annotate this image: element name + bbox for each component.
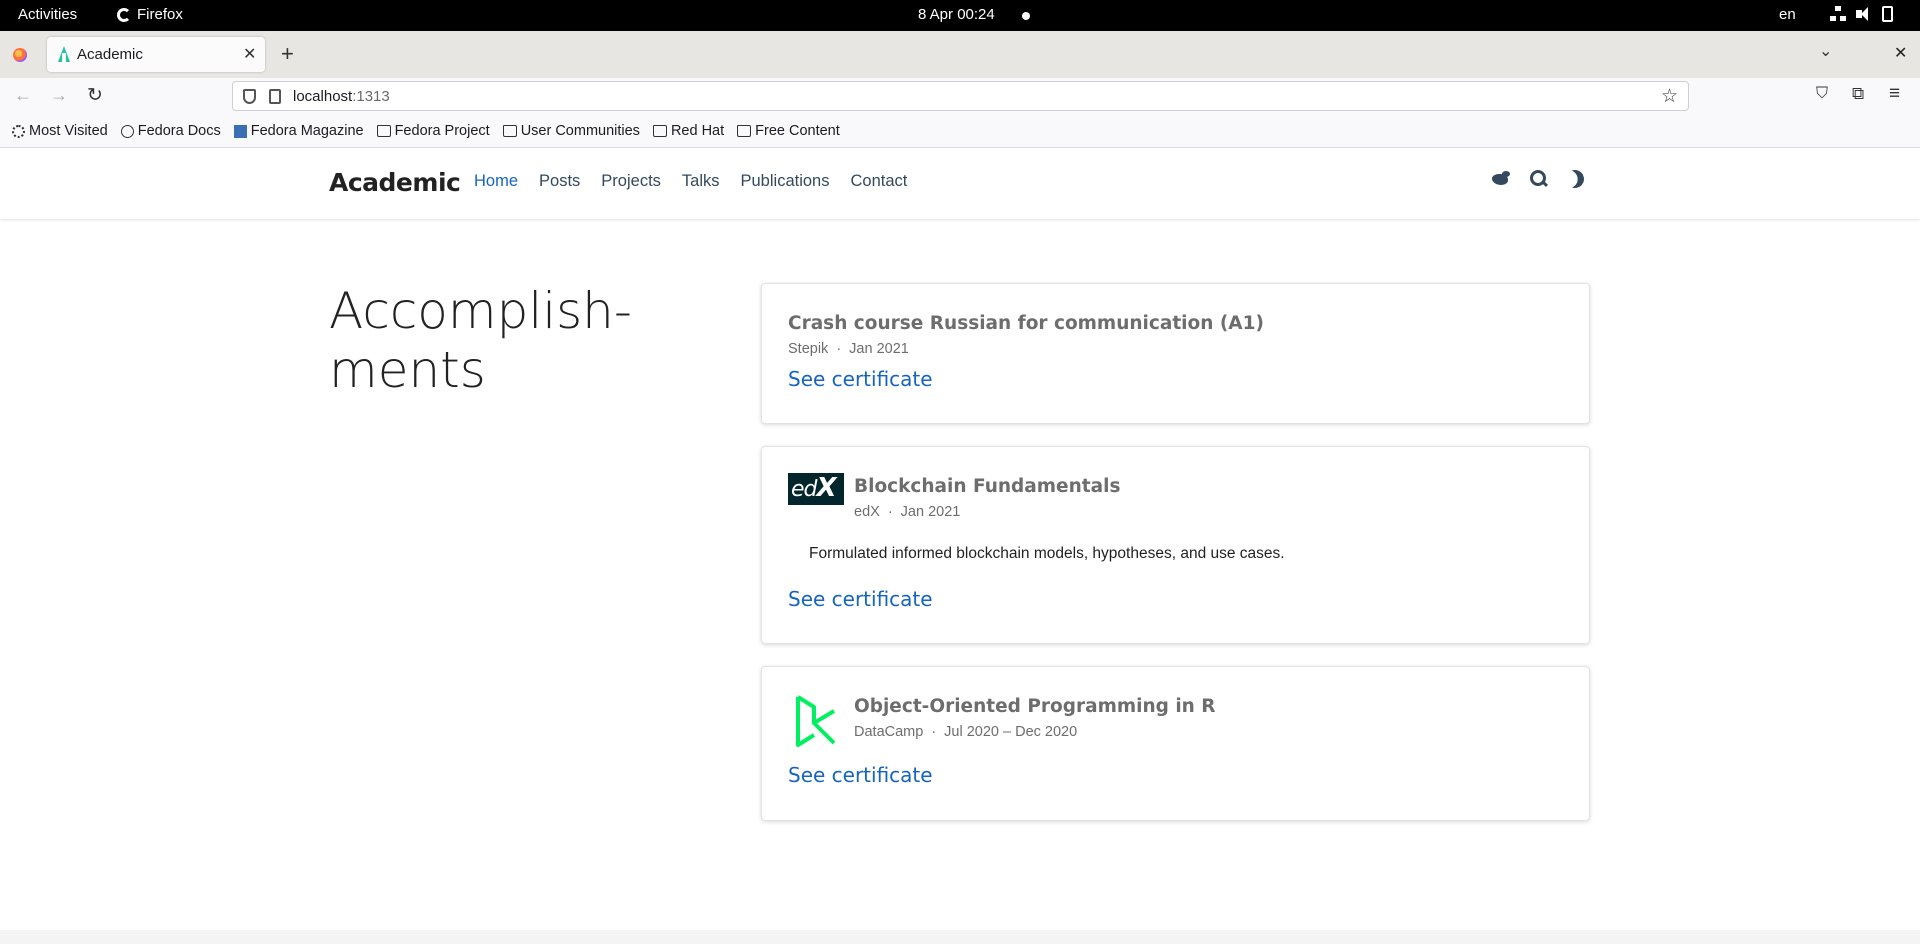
pocket-icon[interactable]: ⛉: [1816, 85, 1828, 103]
activities-button[interactable]: Activities: [18, 6, 77, 23]
nav-home[interactable]: Home: [474, 172, 518, 191]
nav-talks[interactable]: Talks: [682, 172, 720, 191]
reload-icon[interactable]: ↻: [87, 84, 103, 107]
tab-academic[interactable]: Academic ✕: [47, 37, 265, 72]
url-text[interactable]: localhost:1313: [293, 88, 390, 105]
site-header: Academic Home Posts Projects Talks Publi…: [0, 148, 1920, 219]
firefox-view-icon[interactable]: [13, 48, 27, 62]
navigation-toolbar: ← → ↻ localhost:1313 ☆ ⛉ ⧉ ≡: [0, 78, 1920, 115]
section-title: Accomplish- ments: [329, 282, 632, 399]
tab-close-icon[interactable]: ✕: [243, 44, 256, 64]
see-certificate-link[interactable]: See certificate: [788, 763, 933, 787]
card-title: Crash course Russian for communication (…: [788, 313, 1264, 334]
tab-strip: Academic ✕ + ⌄ ✕: [0, 31, 1920, 78]
card-description: Formulated informed blockchain models, h…: [809, 545, 1285, 562]
dark-mode-moon-icon[interactable]: [1563, 167, 1586, 190]
nav-posts[interactable]: Posts: [539, 172, 580, 191]
bookmarks-toolbar: Most Visited Fedora Docs Fedora Magazine…: [0, 115, 1920, 148]
folder-icon: [737, 125, 752, 137]
shield-icon[interactable]: [243, 89, 256, 104]
hamburger-menu-icon[interactable]: ≡: [1889, 83, 1900, 105]
gear-icon: [12, 124, 25, 138]
tab-title: Academic: [77, 46, 143, 63]
language-indicator[interactable]: en: [1779, 6, 1796, 23]
bookmark-free-content[interactable]: Free Content: [737, 123, 840, 139]
network-icon: [1830, 6, 1846, 22]
see-certificate-link[interactable]: See certificate: [788, 587, 933, 611]
app-menu[interactable]: Firefox: [117, 6, 183, 23]
bookmark-fedora-magazine[interactable]: Fedora Magazine: [233, 123, 364, 139]
volume-icon: [1856, 6, 1872, 22]
card-title: Object-Oriented Programming in R: [854, 696, 1216, 717]
nav-projects[interactable]: Projects: [601, 172, 661, 191]
globe-icon: [120, 124, 134, 138]
site-nav: Home Posts Projects Talks Publications C…: [474, 172, 928, 191]
bookmark-red-hat[interactable]: Red Hat: [652, 123, 724, 139]
header-icons: [1490, 170, 1584, 188]
bookmark-fedora-project[interactable]: Fedora Project: [376, 123, 490, 139]
card-meta: DataCamp · Jul 2020 – Dec 2020: [854, 724, 1078, 740]
folder-icon: [652, 125, 667, 137]
clock[interactable]: 8 Apr 00:24: [918, 6, 995, 23]
fedora-magazine-icon: [233, 124, 247, 138]
card-title: Blockchain Fundamentals: [854, 476, 1121, 497]
bookmark-star-icon[interactable]: ☆: [1661, 85, 1678, 108]
extensions-icon[interactable]: ⧉: [1852, 84, 1864, 104]
bookmark-fedora-docs[interactable]: Fedora Docs: [120, 123, 221, 139]
academic-favicon-icon: [56, 46, 72, 62]
bookmark-user-communities[interactable]: User Communities: [502, 123, 640, 139]
site-brand[interactable]: Academic: [329, 168, 461, 197]
firefox-icon: [117, 7, 131, 22]
new-tab-icon[interactable]: +: [281, 41, 294, 67]
app-name: Firefox: [137, 6, 183, 23]
nav-publications[interactable]: Publications: [741, 172, 830, 191]
card-meta: Stepik · Jan 2021: [788, 341, 909, 357]
url-bar[interactable]: localhost:1313 ☆: [232, 81, 1689, 111]
page-info-icon[interactable]: [269, 89, 281, 104]
search-icon[interactable]: [1530, 170, 1548, 188]
system-tray[interactable]: [1830, 6, 1893, 22]
chevron-down-icon[interactable]: ⌄: [1819, 41, 1832, 61]
edx-logo: edX: [788, 473, 844, 505]
twitter-icon[interactable]: [1490, 170, 1512, 188]
accomplishment-card: Crash course Russian for communication (…: [761, 283, 1590, 424]
footer-strip: [0, 930, 1920, 944]
datacamp-icon: [796, 695, 836, 747]
card-meta: edX · Jan 2021: [854, 504, 961, 520]
system-top-bar: Activities Firefox 8 Apr 00:24 en: [0, 0, 1920, 31]
nav-contact[interactable]: Contact: [850, 172, 907, 191]
forward-arrow-icon[interactable]: →: [50, 85, 68, 106]
notification-dot-icon: [1022, 12, 1030, 20]
back-arrow-icon[interactable]: ←: [14, 85, 32, 106]
accomplishment-card: edX Blockchain Fundamentals edX · Jan 2021…: [761, 446, 1590, 644]
bookmark-most-visited[interactable]: Most Visited: [12, 123, 108, 139]
folder-icon: [502, 125, 517, 137]
battery-icon: [1882, 6, 1893, 22]
folder-icon: [376, 125, 391, 137]
accomplishment-card: Object-Oriented Programming in R DataCam…: [761, 666, 1590, 821]
see-certificate-link[interactable]: See certificate: [788, 367, 933, 391]
window-close-icon[interactable]: ✕: [1894, 43, 1907, 63]
